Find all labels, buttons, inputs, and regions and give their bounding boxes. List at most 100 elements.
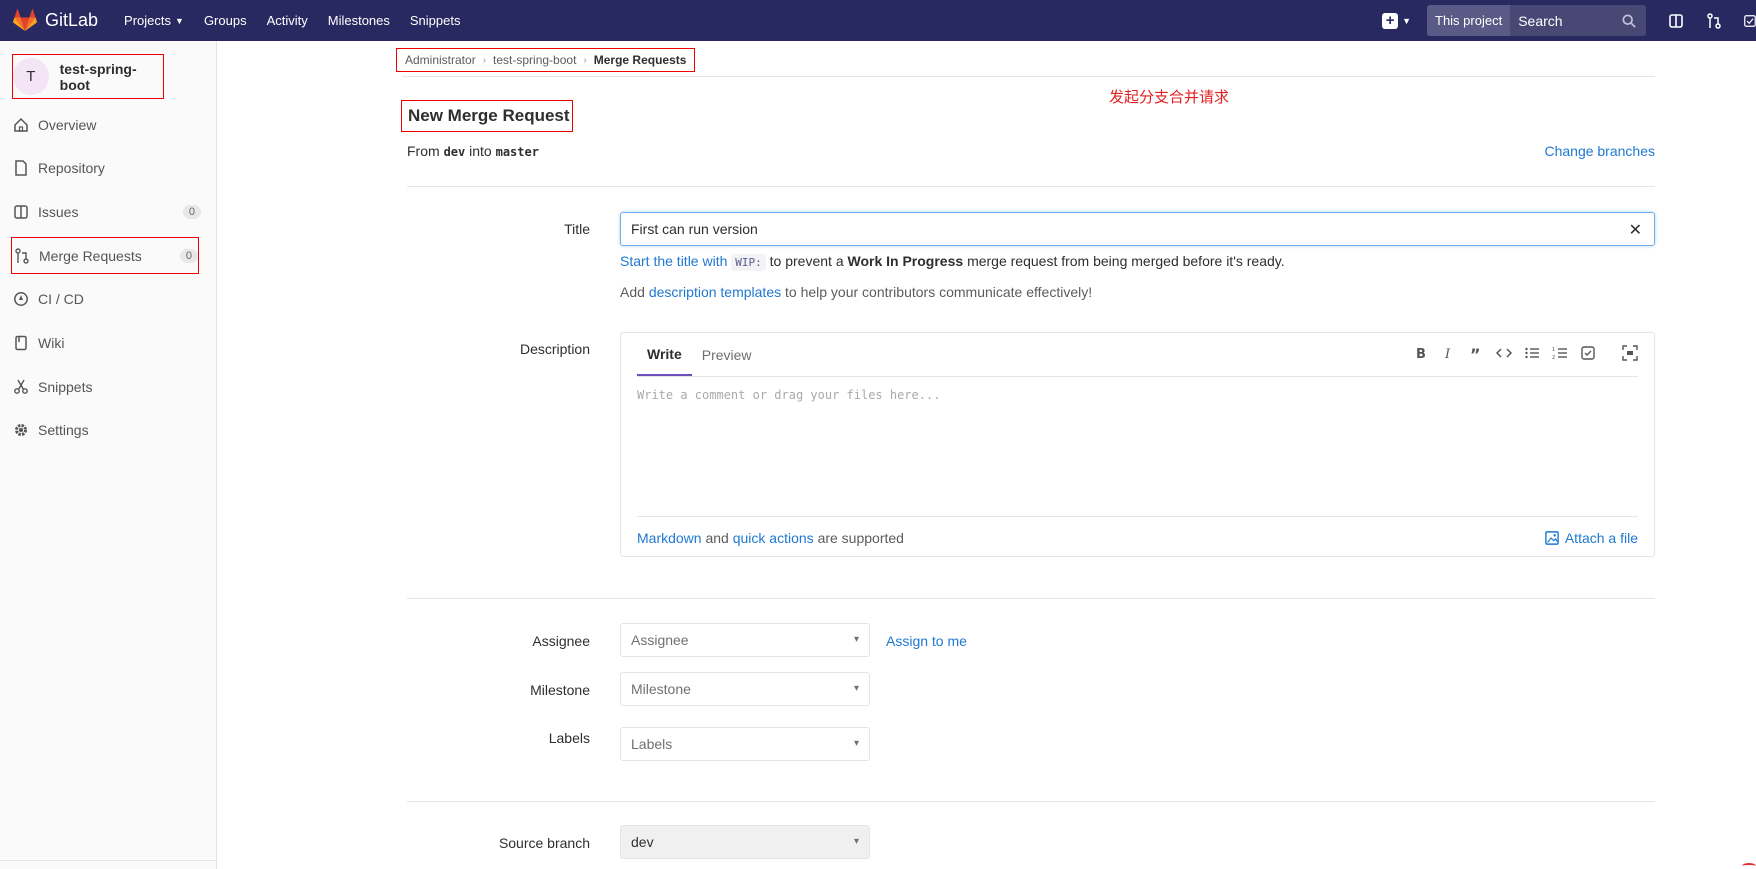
- sidebar-item-repository[interactable]: Repository: [13, 154, 201, 182]
- labels-label: Labels: [548, 730, 590, 746]
- chevron-down-icon: ▼: [175, 15, 184, 26]
- into-label: into: [469, 143, 492, 159]
- nav-projects-label: Projects: [124, 13, 172, 28]
- sidebar-item-ci-cd[interactable]: CI / CD: [13, 285, 201, 313]
- sidebar: T test-spring-boot Overview Repository I…: [0, 41, 217, 869]
- nav-projects[interactable]: Projects ▼: [124, 13, 184, 28]
- todos-nav-icon[interactable]: [1744, 13, 1756, 29]
- chevron-down-icon: ▾: [853, 683, 859, 694]
- brand-name: GitLab: [45, 10, 99, 30]
- sidebar-item-label: Issues: [38, 204, 79, 220]
- description-templates-link[interactable]: description templates: [649, 284, 781, 300]
- merge-requests-nav-icon[interactable]: [1706, 12, 1722, 29]
- nav-activity[interactable]: Activity: [267, 13, 308, 28]
- sidebar-item-label: Wiki: [38, 335, 65, 351]
- attach-file-label: Attach a file: [1564, 530, 1638, 546]
- image-icon: [1545, 531, 1559, 545]
- code-icon[interactable]: [1496, 345, 1512, 361]
- book-icon: [13, 335, 29, 351]
- svg-text:2: 2: [1552, 355, 1555, 361]
- sidebar-collapse-bar[interactable]: [0, 860, 216, 869]
- change-branches-link[interactable]: Change branches: [1544, 143, 1655, 159]
- tab-preview[interactable]: Preview: [692, 333, 762, 376]
- clear-icon[interactable]: ✕: [1629, 220, 1642, 240]
- wip-hint-text-end: merge request from being merged before i…: [967, 253, 1285, 269]
- sidebar-item-settings[interactable]: Settings: [13, 416, 201, 444]
- chevron-down-icon: ▼: [1402, 15, 1411, 26]
- templates-hint: Add description templates to help your c…: [620, 284, 1092, 300]
- nav-milestones[interactable]: Milestones: [328, 13, 390, 28]
- sidebar-item-label: Repository: [38, 160, 105, 176]
- italic-icon[interactable]: I: [1440, 345, 1456, 361]
- sidebar-item-snippets[interactable]: Snippets: [13, 373, 201, 401]
- issues-icon: [13, 204, 29, 220]
- gear-icon: [13, 422, 29, 438]
- tab-write[interactable]: Write: [637, 333, 692, 376]
- editor-tabs: Write Preview: [637, 333, 762, 376]
- description-editor: Write Preview B I ” 12 Write a comment o…: [620, 332, 1655, 557]
- nav-snippets[interactable]: Snippets: [410, 13, 461, 28]
- project-name: test-spring-boot: [59, 60, 137, 93]
- fullscreen-icon[interactable]: [1622, 345, 1638, 361]
- breadcrumb-merge-requests[interactable]: Merge Requests: [594, 53, 687, 67]
- divider: [402, 76, 1655, 77]
- red-mark: [1742, 863, 1756, 869]
- new-dropdown-button[interactable]: + ▼: [1382, 12, 1411, 29]
- chevron-down-icon: ▾: [853, 738, 859, 749]
- footer-and-text: and: [705, 530, 729, 546]
- assignee-select-value: Assignee: [631, 632, 689, 648]
- quick-actions-link[interactable]: quick actions: [733, 530, 814, 546]
- sidebar-item-wiki[interactable]: Wiki: [13, 329, 201, 357]
- labels-select[interactable]: Labels ▾: [620, 727, 870, 761]
- wip-hint-link[interactable]: Start the title with: [620, 253, 727, 269]
- milestone-label: Milestone: [530, 682, 590, 698]
- quote-icon[interactable]: ”: [1468, 345, 1484, 361]
- search-input[interactable]: Search: [1510, 13, 1622, 29]
- svg-text:”: ”: [1470, 345, 1481, 361]
- sidebar-item-label: Settings: [38, 422, 89, 438]
- search-box[interactable]: This project Search: [1427, 5, 1646, 36]
- numbered-list-icon[interactable]: 12: [1552, 345, 1568, 361]
- source-branch-select-value: dev: [631, 834, 654, 850]
- chevron-down-icon: ▾: [853, 836, 859, 847]
- editor-footer: Markdown and quick actions are supported: [637, 530, 904, 546]
- scissors-icon: [13, 379, 29, 395]
- home-icon: [13, 117, 29, 133]
- sidebar-project-header[interactable]: T test-spring-boot: [12, 54, 164, 99]
- plus-icon: +: [1382, 12, 1399, 29]
- sidebar-item-label: Overview: [38, 117, 97, 133]
- sidebar-item-issues[interactable]: Issues 0: [13, 198, 201, 226]
- nav-groups[interactable]: Groups: [204, 13, 247, 28]
- wip-code: WIP:: [731, 254, 766, 271]
- task-list-icon[interactable]: [1580, 345, 1596, 361]
- markdown-link[interactable]: Markdown: [637, 530, 702, 546]
- assign-to-me-link[interactable]: Assign to me: [886, 633, 967, 649]
- description-textarea[interactable]: Write a comment or drag your files here.…: [637, 388, 940, 402]
- bullet-list-icon[interactable]: [1524, 345, 1540, 361]
- bold-icon[interactable]: B: [1412, 345, 1428, 361]
- editor-toolbar: B I ” 12: [1400, 345, 1638, 361]
- milestone-select[interactable]: Milestone ▾: [620, 672, 870, 706]
- from-label: From: [407, 143, 440, 159]
- title-input[interactable]: First can run version ✕: [620, 212, 1655, 246]
- title-input-value: First can run version: [631, 221, 758, 237]
- divider: [407, 801, 1655, 802]
- page-title: New Merge Request: [401, 100, 573, 132]
- sidebar-item-merge-requests[interactable]: Merge Requests 0: [11, 237, 199, 274]
- sidebar-item-overview[interactable]: Overview: [13, 111, 201, 139]
- gitlab-tanuki-icon: [13, 8, 37, 31]
- avatar: T: [13, 58, 49, 95]
- breadcrumb-administrator[interactable]: Administrator: [405, 53, 476, 67]
- gitlab-logo[interactable]: GitLab: [12, 8, 99, 33]
- annotation-text: 发起分支合并请求: [1109, 89, 1230, 106]
- attach-file-button[interactable]: Attach a file: [1545, 530, 1638, 546]
- merge-requests-count-badge: 0: [179, 248, 198, 263]
- assignee-label: Assignee: [532, 633, 590, 649]
- assignee-select[interactable]: Assignee ▾: [620, 623, 870, 657]
- sidebar-item-label: CI / CD: [38, 291, 84, 307]
- target-branch-ref: master: [495, 145, 539, 159]
- svg-text:B: B: [1416, 347, 1426, 361]
- search-scope-badge: This project: [1427, 5, 1511, 36]
- breadcrumb-project[interactable]: test-spring-boot: [493, 53, 576, 67]
- issues-nav-icon[interactable]: [1668, 13, 1684, 29]
